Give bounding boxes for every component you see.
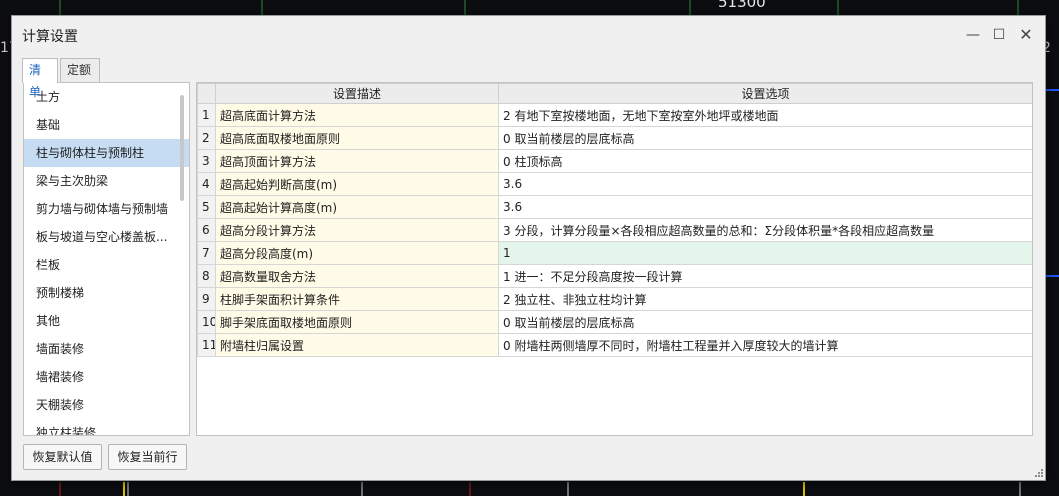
table-header-row: 设置描述 设置选项: [197, 83, 1032, 104]
row-option[interactable]: 2 有地下室按楼地面，无地下室按室外地坪或楼地面: [498, 103, 1032, 127]
list-item[interactable]: 板与坡道与空心楼盖板...: [24, 223, 189, 251]
row-number: 8: [197, 264, 216, 288]
cad-dimension-label: 51300: [718, 0, 766, 11]
list-item[interactable]: 预制楼梯: [24, 279, 189, 307]
row-option[interactable]: 0 取当前楼层的层底标高: [498, 310, 1032, 334]
row-description: 附墙柱归属设置: [215, 333, 499, 357]
restore-default-button[interactable]: 恢复默认值: [23, 444, 102, 470]
list-item[interactable]: 梁与主次肋梁: [24, 167, 189, 195]
table-row[interactable]: 8 超高数量取舍方法 1 进一：不足分段高度按一段计算: [197, 264, 1032, 288]
row-description: 超高分段计算方法: [215, 218, 499, 242]
table-row[interactable]: 11 附墙柱归属设置 0 附墙柱两侧墙厚不同时，附墙柱工程量并入厚度较大的墙计算: [197, 333, 1032, 357]
row-description: 超高分段高度(m): [215, 241, 499, 265]
list-scrollbar[interactable]: [180, 95, 184, 201]
list-item[interactable]: 剪力墙与砌体墙与预制墙: [24, 195, 189, 223]
row-option[interactable]: 0 柱顶标高: [498, 149, 1032, 173]
row-description: 超高数量取舍方法: [215, 264, 499, 288]
list-item[interactable]: 土方: [24, 83, 189, 111]
list-item[interactable]: 栏板: [24, 251, 189, 279]
row-number: 11: [197, 333, 216, 357]
row-option[interactable]: 1: [498, 241, 1032, 265]
titlebar[interactable]: 计算设置 — ☐ ✕: [12, 16, 1045, 54]
tab-quota[interactable]: 定额: [60, 58, 100, 82]
list-item[interactable]: 天棚装修: [24, 391, 189, 419]
row-number: 1: [197, 103, 216, 127]
row-option[interactable]: 2 独立柱、非独立柱均计算: [498, 287, 1032, 311]
close-icon[interactable]: ✕: [1015, 24, 1037, 46]
list-item[interactable]: 其他: [24, 307, 189, 335]
table-row[interactable]: 10 脚手架底面取楼地面原则 0 取当前楼层的层底标高: [197, 310, 1032, 334]
settings-grid: 设置描述 设置选项 1 超高底面计算方法 2 有地下室按楼地面，无地下室按室外地…: [196, 82, 1033, 436]
calc-settings-dialog: 计算设置 — ☐ ✕ 清单 定额 土方 基础 柱与砌体柱与预制柱 梁与主次肋梁 …: [11, 15, 1046, 481]
header-option: 设置选项: [498, 83, 1032, 104]
row-description: 超高顶面计算方法: [215, 149, 499, 173]
row-number: 3: [197, 149, 216, 173]
table-row[interactable]: 3 超高顶面计算方法 0 柱顶标高: [197, 149, 1032, 173]
row-option[interactable]: 0 取当前楼层的层底标高: [498, 126, 1032, 150]
table-row[interactable]: 9 柱脚手架面积计算条件 2 独立柱、非独立柱均计算: [197, 287, 1032, 311]
row-number: 6: [197, 218, 216, 242]
row-description: 柱脚手架面积计算条件: [215, 287, 499, 311]
row-option[interactable]: 3 分段，计算分段量×各段相应超高数量的总和：Σ分段体积量*各段相应超高数量: [498, 218, 1032, 242]
row-number: 7: [197, 241, 216, 265]
list-item[interactable]: 柱与砌体柱与预制柱: [24, 139, 189, 167]
list-item[interactable]: 独立柱装修: [24, 419, 189, 435]
row-option[interactable]: 3.6: [498, 172, 1032, 196]
category-list: 土方 基础 柱与砌体柱与预制柱 梁与主次肋梁 剪力墙与砌体墙与预制墙 板与坡道与…: [23, 82, 190, 436]
table-row[interactable]: 6 超高分段计算方法 3 分段，计算分段量×各段相应超高数量的总和：Σ分段体积量…: [197, 218, 1032, 242]
tab-bill[interactable]: 清单: [22, 58, 58, 99]
header-description: 设置描述: [215, 83, 499, 104]
row-option[interactable]: 3.6: [498, 195, 1032, 219]
list-item[interactable]: 墙面装修: [24, 335, 189, 363]
row-number: 2: [197, 126, 216, 150]
table-row-selected[interactable]: 7 超高分段高度(m) 1: [197, 241, 1032, 265]
row-number: 5: [197, 195, 216, 219]
row-option[interactable]: 1 进一：不足分段高度按一段计算: [498, 264, 1032, 288]
minimize-icon[interactable]: —: [962, 24, 984, 46]
row-description: 超高底面取楼地面原则: [215, 126, 499, 150]
settings-table: 设置描述 设置选项 1 超高底面计算方法 2 有地下室按楼地面，无地下室按室外地…: [197, 83, 1032, 357]
row-option[interactable]: 0 附墙柱两侧墙厚不同时，附墙柱工程量并入厚度较大的墙计算: [498, 333, 1032, 357]
table-row[interactable]: 1 超高底面计算方法 2 有地下室按楼地面，无地下室按室外地坪或楼地面: [197, 103, 1032, 127]
list-item[interactable]: 基础: [24, 111, 189, 139]
row-description: 超高起始判断高度(m): [215, 172, 499, 196]
table-row[interactable]: 4 超高起始判断高度(m) 3.6: [197, 172, 1032, 196]
row-number: 10: [197, 310, 216, 334]
header-index: [197, 83, 216, 104]
restore-current-row-button[interactable]: 恢复当前行: [108, 444, 187, 470]
row-description: 脚手架底面取楼地面原则: [215, 310, 499, 334]
window-title: 计算设置: [22, 29, 78, 45]
table-row[interactable]: 2 超高底面取楼地面原则 0 取当前楼层的层底标高: [197, 126, 1032, 150]
resize-grip-icon[interactable]: [1034, 468, 1044, 478]
row-number: 4: [197, 172, 216, 196]
row-description: 超高起始计算高度(m): [215, 195, 499, 219]
row-description: 超高底面计算方法: [215, 103, 499, 127]
row-number: 9: [197, 287, 216, 311]
table-row[interactable]: 5 超高起始计算高度(m) 3.6: [197, 195, 1032, 219]
maximize-icon[interactable]: ☐: [988, 24, 1010, 46]
list-item[interactable]: 墙裙装修: [24, 363, 189, 391]
